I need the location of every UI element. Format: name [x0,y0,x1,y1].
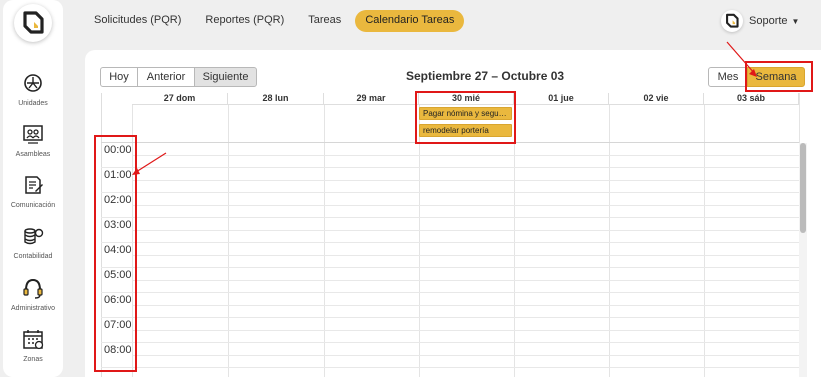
arrow-head-icon [132,168,140,175]
annotation-arrow [135,152,167,173]
annotation-arrow [726,41,756,75]
arrow-head-icon [749,69,757,77]
annotation-arrows [132,41,757,175]
